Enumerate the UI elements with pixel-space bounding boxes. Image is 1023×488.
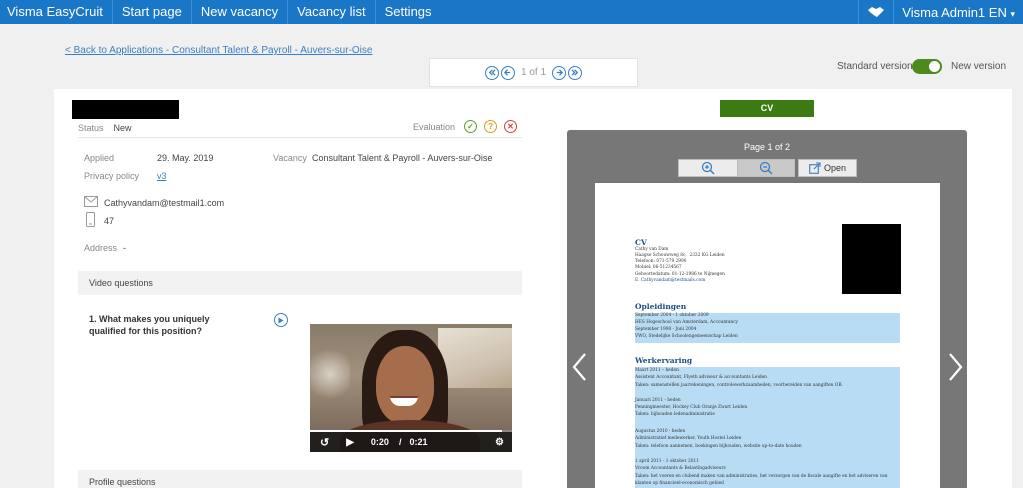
cv-work-0: Maart 2011 – heden: [635, 368, 679, 373]
zoom-in-button[interactable]: [678, 159, 738, 177]
evaluation-label: Evaluation: [413, 121, 456, 132]
language-code: EN: [988, 4, 1007, 20]
email-value[interactable]: Cathyvandam@testmail1.com: [104, 198, 224, 208]
phone-value[interactable]: 47: [104, 216, 114, 226]
vacancy-label: Vacancy: [273, 153, 307, 163]
duration: 0:21: [409, 437, 428, 447]
user-menu[interactable]: Visma Admin1 EN ▾: [894, 5, 1023, 20]
new-version-label: New version: [951, 61, 1007, 72]
cv-work-14: Taken: het voeren en clubend maken van a…: [635, 474, 888, 479]
candidate-name-redacted: [72, 100, 179, 119]
vacancy-value: Consultant Talent & Payroll - Auvers-sur…: [312, 153, 493, 163]
address-label: Address: [84, 243, 118, 253]
cv-contact-5: E. Cathyvandam@testmails.com: [635, 278, 706, 283]
cv-page-info: Page 1 of 2: [743, 142, 791, 152]
version-toggle[interactable]: [912, 59, 942, 74]
standard-version-label: Standard version: [837, 61, 913, 72]
user-name: Visma Admin1: [902, 4, 986, 20]
handshake-icon[interactable]: [858, 0, 895, 24]
cv-education-2: September 1998 - Juni 2004: [635, 327, 697, 332]
replay-icon[interactable]: ↺: [320, 436, 329, 449]
zoom-in-icon: [701, 161, 715, 175]
toggle-knob: [929, 61, 940, 72]
video-controls: ↺ ▶ 0:20 / 0:21 ⚙: [310, 432, 512, 452]
cv-work-15: klanten op financieel-economisch gebied: [635, 481, 724, 486]
status-value: New: [113, 123, 132, 133]
evaluate-yes-icon[interactable]: ✓: [464, 120, 478, 133]
back-to-applications-link[interactable]: < Back to Applications - Consultant Tale…: [65, 45, 372, 56]
pager-text: 1 of 1: [520, 67, 547, 78]
divider: [78, 137, 522, 138]
video-player[interactable]: ↺ ▶ 0:20 / 0:21 ⚙: [310, 324, 512, 452]
cv-work-8: Augustus 2010 - heden: [635, 429, 686, 434]
open-label: Open: [823, 163, 847, 173]
cv-education-0: September 2004 - 1 oktober 2009: [635, 313, 709, 318]
nav-start-page[interactable]: Start page: [113, 0, 192, 24]
first-page-icon[interactable]: [484, 65, 499, 80]
cv-title: CV: [635, 238, 647, 247]
cv-education-title: Opleidingen: [635, 302, 687, 311]
status-row: Status New: [78, 123, 132, 133]
next-page-icon[interactable]: [552, 65, 567, 80]
applied-label: Applied: [84, 153, 115, 163]
time-separator: /: [398, 437, 402, 447]
status-label: Status: [78, 123, 104, 133]
cv-photo-redacted: [842, 224, 901, 294]
zoom-out-icon: [759, 161, 773, 175]
cv-contact-3: Mobiel: 06-51234567: [635, 265, 682, 270]
top-nav-bar: Visma EasyCruit Start page New vacancy V…: [0, 0, 1023, 24]
applicant-pager: 1 of 1: [429, 58, 638, 87]
privacy-policy-link[interactable]: v3: [157, 171, 167, 181]
prev-page-icon[interactable]: [500, 65, 515, 80]
video-questions-header[interactable]: Video questions: [78, 271, 522, 295]
cv-work-9: Administratief medewerker, Youth Hostel …: [635, 436, 742, 441]
cv-work-6: Taken: bijhouden ledenadministratie: [635, 412, 715, 417]
cv-work-12: 1 april 2011 - 1 oktober 2011: [635, 459, 699, 464]
cv-work-13: Vroom Accountants & Belastingadviseurs: [635, 466, 726, 471]
nav-settings[interactable]: Settings: [376, 0, 441, 24]
video-frame-face: [376, 346, 434, 424]
cv-work-10: Taken: telefoon aannemen, boekingen bijh…: [635, 444, 802, 449]
settings-gear-icon[interactable]: ⚙: [495, 437, 504, 448]
brand-logo[interactable]: Visma EasyCruit: [0, 0, 113, 24]
profile-questions-header[interactable]: Profile questions: [78, 470, 522, 488]
next-page-arrow-icon[interactable]: [948, 352, 964, 382]
play-icon[interactable]: ▶: [346, 437, 354, 448]
nav-new-vacancy[interactable]: New vacancy: [192, 0, 289, 24]
play-circle-icon[interactable]: [274, 313, 288, 327]
video-question-text: 1. What makes you uniquely qualified for…: [89, 314, 210, 336]
phone-icon: [86, 212, 95, 230]
cv-work-1: Assistent Accountant, Flyeth adviseur & …: [635, 375, 767, 380]
evaluation-group: Evaluation ✓ ? ✕: [413, 120, 518, 133]
prev-page-arrow-icon[interactable]: [571, 352, 587, 382]
cv-education-3: VWO, Stedelijke Schoolengemeenschap Leid…: [635, 334, 738, 339]
cv-document-page: CV Cathy van Dam Haagse Schouwweg 8c, 23…: [595, 183, 940, 488]
zoom-out-button[interactable]: [737, 159, 795, 177]
email-icon: [84, 196, 98, 210]
cv-work-title: Werkervaring: [635, 356, 693, 365]
cv-work-2: Taken: samenstellen jaarrekeningen, cont…: [635, 383, 843, 388]
current-time: 0:20: [370, 437, 389, 447]
cv-work-4: Januari 2011 - heden: [635, 398, 681, 403]
address-value: -: [123, 243, 126, 253]
nav-vacancy-list[interactable]: Vacancy list: [288, 0, 376, 24]
external-link-icon: [809, 162, 821, 174]
chevron-down-icon: ▾: [1010, 8, 1015, 19]
cv-tab-button[interactable]: CV: [720, 100, 814, 117]
cv-education-1: HES Hogeschool van Amsterdam, Accountanc…: [635, 320, 738, 325]
cv-work-5: Penningmeester, Hockey Club Oranje Zwart…: [635, 405, 748, 410]
applied-value: 29. May. 2019: [157, 153, 214, 163]
evaluate-no-icon[interactable]: ✕: [504, 120, 518, 133]
last-page-icon[interactable]: [568, 65, 583, 80]
open-cv-button[interactable]: Open: [798, 159, 857, 177]
evaluate-maybe-icon[interactable]: ?: [484, 120, 498, 133]
privacy-policy-label: Privacy policy: [84, 171, 140, 181]
